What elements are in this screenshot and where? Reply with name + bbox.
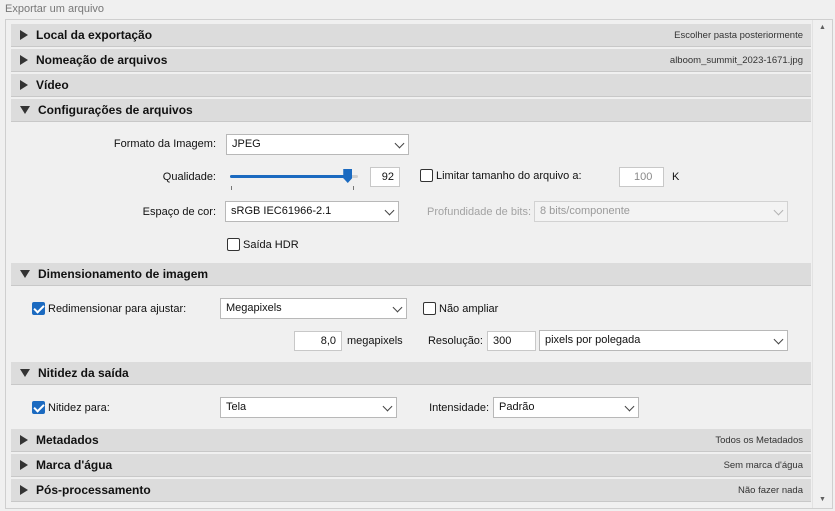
chevron-down-icon [773,334,784,345]
collapse-triangle-icon [20,106,30,114]
dont-enlarge-checkbox[interactable] [423,302,436,315]
panel-title: Exportar um arquivo [5,3,105,15]
sharpen-amount-value: Padrão [499,401,535,413]
section-summary: alboom_summit_2023-1671.jpg [669,55,803,66]
section-title: Nomeação de arquivos [36,53,168,67]
export-panel: Local da exportação Escolher pasta poste… [5,19,833,509]
section-title: Dimensionamento de imagem [38,267,209,281]
expand-triangle-icon [20,80,28,90]
sharpen-target-value: Tela [226,401,247,413]
expand-triangle-icon [20,460,28,470]
sharpen-target-select[interactable]: Tela [220,397,397,418]
export-settings-content: Local da exportação Escolher pasta poste… [6,20,812,508]
image-format-label: Formato da Imagem: [113,138,216,150]
hdr-output-label: Saída HDR [243,239,299,251]
expand-triangle-icon [20,485,28,495]
section-title: Configurações de arquivos [38,103,193,117]
slider-tick [353,186,354,190]
resize-to-fit-label: Redimensionar para ajustar: [48,303,187,315]
chevron-down-icon [382,401,393,412]
slider-tick [231,186,232,190]
chevron-down-icon [773,205,784,216]
quality-label: Qualidade: [162,171,216,183]
section-summary: Não fazer nada [738,485,803,496]
section-title: Vídeo [36,78,69,92]
vertical-scrollbar[interactable]: ▲ ▼ [812,20,832,508]
sharpen-amount-select[interactable]: Padrão [493,397,639,418]
sharpen-for-checkbox[interactable] [32,401,45,414]
section-metadata[interactable]: Metadados Todos os Metadados [11,429,811,452]
image-format-value: JPEG [232,138,261,150]
expand-triangle-icon [20,435,28,445]
resolution-unit-value: pixels por polegada [545,334,641,346]
color-space-label: Espaço de cor: [142,206,216,218]
section-title: Pós-processamento [36,483,151,497]
section-file-settings[interactable]: Configurações de arquivos [11,99,811,122]
sharpen-amount-label: Intensidade: [429,402,489,414]
resize-to-fit-checkbox[interactable] [32,302,45,315]
limit-size-unit: K [672,171,680,183]
section-video[interactable]: Vídeo [11,74,811,97]
quality-slider-thumb[interactable] [343,169,353,183]
quality-value-field[interactable]: 92 [370,167,400,187]
expand-triangle-icon [20,30,28,40]
resize-mode-select[interactable]: Megapixels [220,298,407,319]
resolution-unit-select[interactable]: pixels por polegada [539,330,788,351]
scroll-up-arrow-icon[interactable]: ▲ [813,20,832,36]
quality-slider-fill [230,175,348,178]
section-title: Local da exportação [36,28,153,42]
color-space-select[interactable]: sRGB IEC61966-2.1 [225,201,399,222]
hdr-output-checkbox[interactable] [227,238,240,251]
dont-enlarge-label: Não ampliar [439,303,499,315]
bit-depth-select[interactable]: 8 bits/componente [534,201,788,222]
section-post-processing[interactable]: Pós-processamento Não fazer nada [11,479,811,502]
section-export-location[interactable]: Local da exportação Escolher pasta poste… [11,24,811,47]
section-watermark[interactable]: Marca d'água Sem marca d'água [11,454,811,477]
limit-size-checkbox[interactable] [420,169,433,182]
section-summary: Todos os Metadados [715,435,803,446]
megapixels-unit: megapixels [347,335,403,347]
megapixels-field[interactable]: 8,0 [294,331,342,351]
section-summary: Escolher pasta posteriormente [674,30,803,41]
resolution-label: Resolução: [427,335,483,347]
section-output-sharpening[interactable]: Nitidez da saída [11,362,811,385]
resize-mode-value: Megapixels [226,302,282,314]
section-image-sizing[interactable]: Dimensionamento de imagem [11,263,811,286]
section-title: Marca d'água [36,458,113,472]
collapse-triangle-icon [20,369,30,377]
chevron-down-icon [392,302,403,313]
limit-size-label: Limitar tamanho do arquivo a: [436,170,582,182]
resolution-field[interactable]: 300 [487,331,536,351]
chevron-down-icon [394,138,405,149]
section-summary: Sem marca d'água [723,460,803,471]
bit-depth-value: 8 bits/componente [540,205,630,217]
scroll-down-arrow-icon[interactable]: ▼ [813,492,832,508]
sharpen-for-label: Nitidez para: [48,402,110,414]
chevron-down-icon [624,401,635,412]
collapse-triangle-icon [20,270,30,278]
color-space-value: sRGB IEC61966-2.1 [231,205,332,217]
bit-depth-label: Profundidade de bits: [427,206,531,218]
expand-triangle-icon [20,55,28,65]
limit-size-field[interactable]: 100 [619,167,664,187]
section-title: Nitidez da saída [38,366,129,380]
image-format-select[interactable]: JPEG [226,134,409,155]
section-title: Metadados [36,433,99,447]
section-file-naming[interactable]: Nomeação de arquivos alboom_summit_2023-… [11,49,811,72]
